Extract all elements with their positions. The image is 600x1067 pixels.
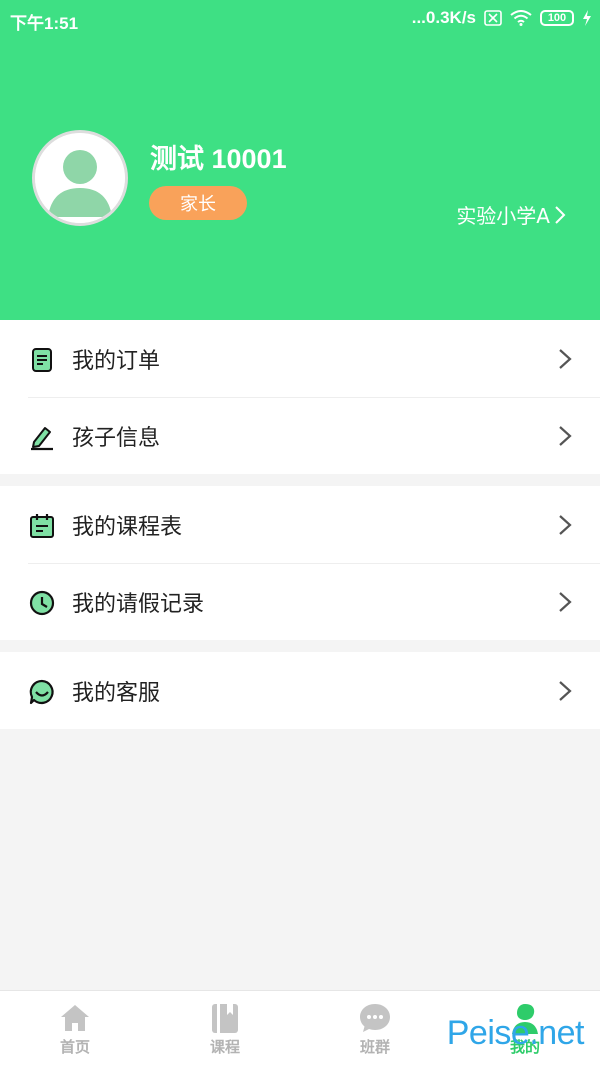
avatar[interactable] — [32, 130, 128, 226]
home-icon — [61, 1005, 89, 1031]
menu-item-customer-service[interactable]: 我的客服 — [0, 652, 600, 729]
chevron-right-icon — [559, 592, 572, 612]
menu-label: 孩子信息 — [72, 425, 161, 451]
network-speed: ...0.3K/s — [411, 8, 476, 27]
menu-item-timetable[interactable]: 我的课程表 — [0, 486, 600, 563]
menu-item-orders[interactable]: 我的订单 — [0, 320, 600, 397]
clock-icon — [29, 590, 55, 616]
menu-label: 我的订单 — [72, 348, 161, 374]
chevron-right-icon — [559, 426, 572, 446]
sim-error-icon — [484, 10, 502, 26]
nav-item-courses[interactable]: 课程 — [150, 991, 300, 1067]
school-name: 实验小学A — [456, 204, 550, 228]
chevron-right-icon — [555, 205, 566, 224]
battery-indicator: 100 — [540, 10, 574, 26]
menu-item-child-info[interactable]: 孩子信息 — [0, 397, 600, 474]
nav-item-class-groups[interactable]: 班群 — [300, 991, 450, 1067]
menu-group-support: 我的客服 — [0, 652, 600, 729]
nav-label: 班群 — [359, 1038, 390, 1056]
chevron-right-icon — [559, 681, 572, 701]
nav-label: 首页 — [59, 1038, 90, 1056]
status-bar: 下午1:51 ...0.3K/s 100 — [0, 0, 600, 38]
user-name: 测试 10001 — [150, 144, 287, 174]
status-time: 下午1:51 — [10, 14, 79, 33]
status-indicators: ...0.3K/s 100 — [412, 8, 592, 28]
calendar-icon — [30, 514, 54, 538]
chevron-right-icon — [559, 515, 572, 535]
watermark: Peise.net — [446, 1014, 585, 1052]
charging-icon — [583, 10, 591, 26]
menu-group-account: 我的订单 孩子信息 — [0, 320, 600, 474]
menu-label: 我的请假记录 — [72, 591, 205, 617]
chevron-right-icon — [559, 349, 572, 369]
book-icon — [212, 1004, 238, 1033]
menu-label: 我的客服 — [72, 680, 161, 706]
user-avatar-icon — [35, 133, 125, 223]
edit-icon — [31, 427, 53, 451]
menu-item-leave-records[interactable]: 我的请假记录 — [0, 563, 600, 640]
nav-item-home[interactable]: 首页 — [0, 991, 150, 1067]
order-icon — [32, 348, 52, 372]
service-icon — [29, 679, 54, 705]
role-badge: 家长 — [149, 186, 247, 220]
menu-label: 我的课程表 — [72, 514, 183, 540]
nav-label: 课程 — [209, 1038, 240, 1056]
profile-header: 下午1:51 ...0.3K/s 100 测试 10001 家长 实验小学A — [0, 0, 600, 320]
school-link[interactable]: 实验小学A — [456, 200, 566, 229]
chat-icon — [360, 1004, 390, 1032]
wifi-icon — [510, 10, 532, 26]
menu-group-schedule: 我的课程表 我的请假记录 — [0, 486, 600, 640]
